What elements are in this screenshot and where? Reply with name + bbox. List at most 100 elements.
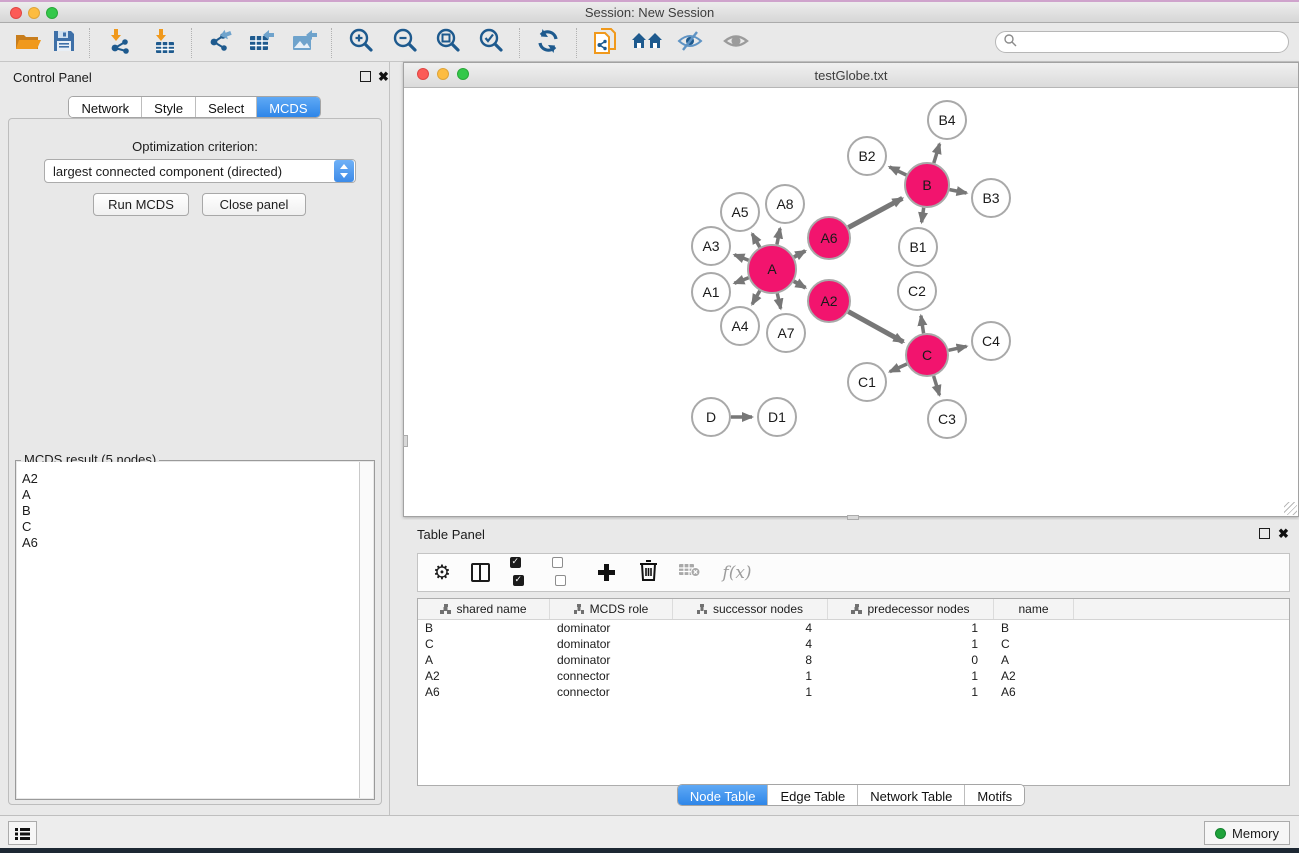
export-network-button[interactable] [201, 27, 237, 59]
table-cell[interactable]: 1 [828, 621, 994, 635]
column-header-successor-nodes[interactable]: successor nodes [673, 599, 828, 619]
home-button[interactable] [629, 27, 665, 59]
add-column-button[interactable] [594, 561, 618, 585]
edge-A-A6[interactable] [794, 251, 805, 257]
network-titlebar[interactable]: testGlobe.txt [404, 63, 1298, 88]
table-cell[interactable]: A [418, 653, 550, 667]
table-cell[interactable]: B [994, 621, 1074, 635]
edge-B-B1[interactable] [922, 208, 924, 223]
network-view-window[interactable]: testGlobe.txt AA1A3A5A8A4A7A6A2BB1B2B3B4… [403, 62, 1299, 517]
table-cell[interactable]: A2 [994, 669, 1074, 683]
edge-A2-C[interactable] [848, 312, 903, 342]
tab-node-table[interactable]: Node Table [678, 785, 768, 805]
table-cell[interactable]: A6 [994, 685, 1074, 699]
search-field[interactable] [995, 31, 1289, 53]
result-item[interactable]: B [17, 503, 359, 519]
open-button[interactable] [10, 27, 46, 59]
table-cell[interactable]: B [418, 621, 550, 635]
duplicate-network-button[interactable] [587, 27, 623, 59]
table-cell[interactable]: dominator [550, 637, 673, 651]
result-item[interactable]: C [17, 519, 359, 535]
export-table-button[interactable] [243, 27, 279, 59]
edge-C-C2[interactable] [921, 316, 924, 334]
edge-A-A3[interactable] [734, 255, 748, 260]
table-cell[interactable]: 1 [828, 669, 994, 683]
memory-button[interactable]: Memory [1204, 821, 1290, 845]
edge-C-C4[interactable] [949, 346, 967, 350]
edge-A-A7[interactable] [777, 293, 780, 308]
edge-B-B4[interactable] [934, 144, 940, 163]
tab-edge-table[interactable]: Edge Table [767, 785, 857, 805]
edge-A-A1[interactable] [734, 278, 748, 283]
tab-mcds[interactable]: MCDS [256, 97, 319, 117]
main-titlebar[interactable]: Session: New Session [0, 2, 1299, 23]
criterion-dropdown[interactable]: largest connected component (directed) [44, 159, 356, 183]
zoom-out-button[interactable] [387, 27, 423, 59]
result-scrollbar[interactable] [360, 462, 373, 798]
column-header-shared-name[interactable]: shared name [418, 599, 550, 619]
network-canvas[interactable]: AA1A3A5A8A4A7A6A2BB1B2B3B4CC1C2C3C4DD1 [404, 88, 1298, 516]
zoom-in-button[interactable] [343, 27, 379, 59]
zoom-fit-button[interactable] [430, 27, 466, 59]
refresh-button[interactable] [530, 27, 566, 59]
table-row[interactable]: Bdominator41B [418, 620, 1289, 636]
edge-C-C1[interactable] [890, 364, 907, 372]
hide-button[interactable] [672, 27, 708, 59]
table-row[interactable]: A2connector11A2 [418, 668, 1289, 684]
table-cell[interactable]: A6 [418, 685, 550, 699]
tab-select[interactable]: Select [195, 97, 256, 117]
table-settings-button[interactable]: ⚙ [430, 561, 454, 585]
table-cell[interactable]: 1 [828, 685, 994, 699]
float-panel-button[interactable] [360, 71, 371, 82]
splitter-grip[interactable] [403, 435, 408, 447]
table-row[interactable]: Cdominator41C [418, 636, 1289, 652]
table-cell[interactable]: connector [550, 669, 673, 683]
table-cell[interactable]: 1 [673, 669, 828, 683]
table-cell[interactable]: 1 [673, 685, 828, 699]
resize-grip[interactable] [1284, 502, 1297, 515]
column-header-predecessor-nodes[interactable]: predecessor nodes [828, 599, 994, 619]
table-row[interactable]: A6connector11A6 [418, 684, 1289, 700]
tab-motifs[interactable]: Motifs [964, 785, 1024, 805]
search-input[interactable] [1017, 34, 1288, 50]
tab-network[interactable]: Network [69, 97, 141, 117]
edge-A-A5[interactable] [752, 234, 760, 247]
tab-network-table[interactable]: Network Table [857, 785, 964, 805]
task-history-button[interactable] [8, 821, 37, 845]
column-header-MCDS-role[interactable]: MCDS role [550, 599, 673, 619]
table-cell[interactable]: A2 [418, 669, 550, 683]
delete-column-button[interactable] [636, 561, 660, 585]
edge-C-C3[interactable] [934, 376, 940, 395]
clear-table-button[interactable] [678, 561, 702, 585]
mcds-result-list[interactable]: A2ABCA6 [17, 462, 360, 798]
table-row[interactable]: Adominator80A [418, 652, 1289, 668]
column-header-name[interactable]: name [994, 599, 1074, 619]
table-cell[interactable]: dominator [550, 621, 673, 635]
edge-B-B3[interactable] [950, 190, 967, 193]
import-network-button[interactable] [101, 27, 137, 59]
select-all-button[interactable] [510, 561, 534, 585]
show-button[interactable] [718, 27, 754, 59]
edge-A6-B[interactable] [848, 198, 902, 227]
edge-A-A8[interactable] [777, 229, 780, 245]
result-item[interactable]: A6 [17, 535, 359, 551]
result-item[interactable]: A2 [17, 471, 359, 487]
edge-A-A4[interactable] [752, 291, 760, 304]
table-float-button[interactable] [1259, 528, 1270, 539]
close-panel-button[interactable]: Close panel [202, 193, 306, 216]
table-cell[interactable]: 1 [828, 637, 994, 651]
zoom-selected-button[interactable] [473, 27, 509, 59]
table-cell[interactable]: 0 [828, 653, 994, 667]
run-mcds-button[interactable]: Run MCDS [93, 193, 189, 216]
export-image-button[interactable] [286, 27, 322, 59]
table-cell[interactable]: dominator [550, 653, 673, 667]
table-cell[interactable]: A [994, 653, 1074, 667]
table-cell[interactable]: 4 [673, 637, 828, 651]
save-button[interactable] [46, 27, 82, 59]
result-item[interactable]: A [17, 487, 359, 503]
deselect-all-button[interactable] [552, 561, 576, 585]
table-cell[interactable]: C [994, 637, 1074, 651]
table-cell[interactable]: 8 [673, 653, 828, 667]
tab-style[interactable]: Style [141, 97, 195, 117]
edge-A-A2[interactable] [794, 281, 806, 288]
